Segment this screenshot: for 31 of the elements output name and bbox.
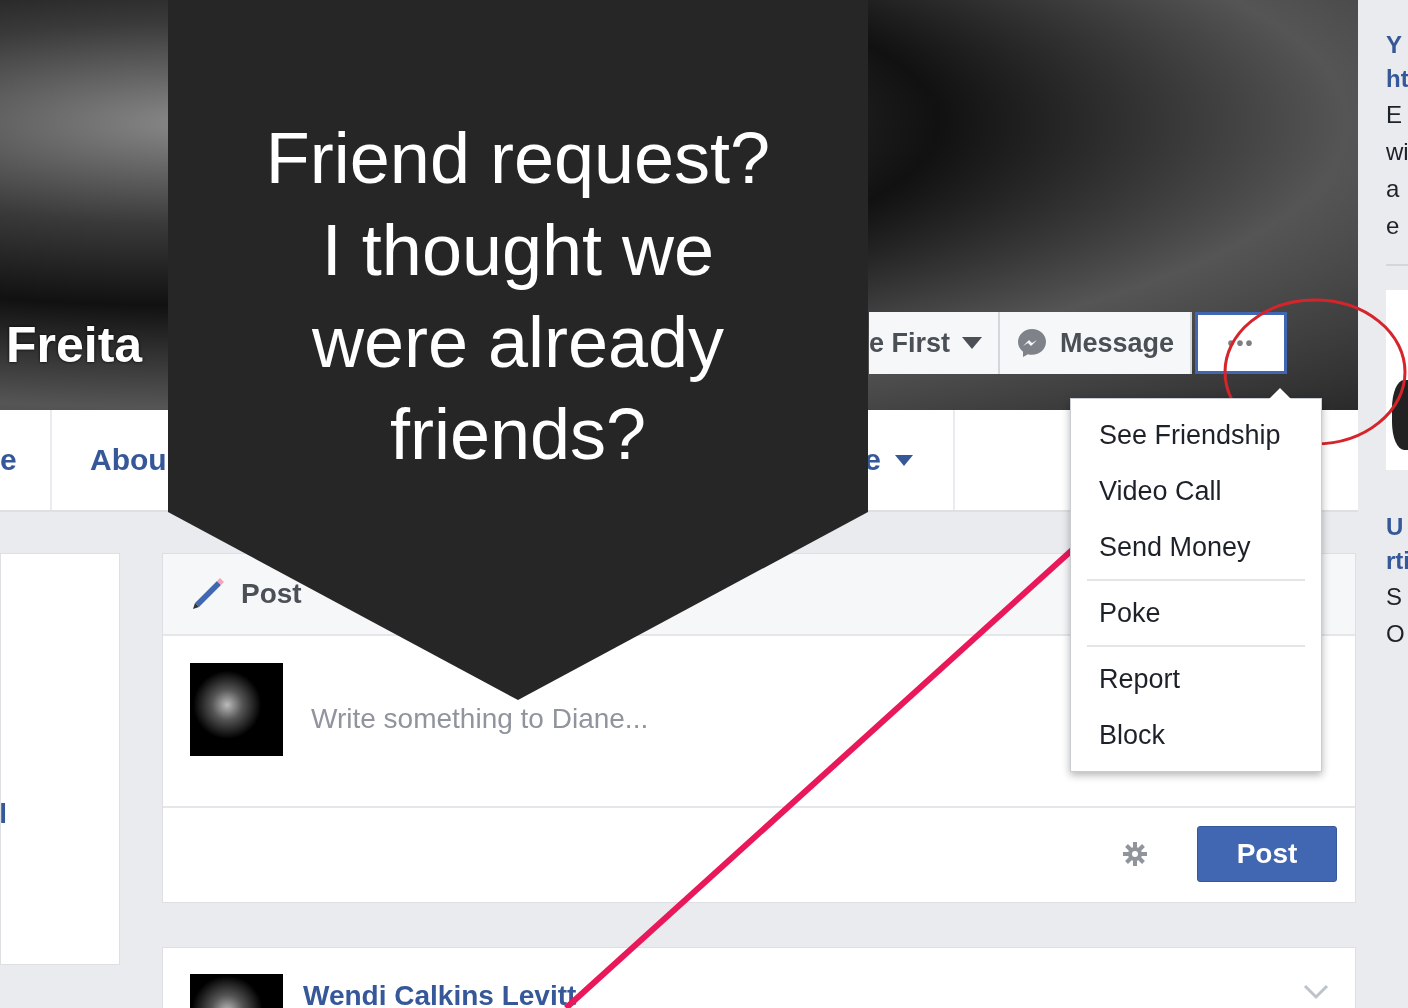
menu-item[interactable]: See Friendship <box>1071 407 1321 463</box>
body-text: E <box>1386 100 1403 130</box>
message-button[interactable]: Message <box>1000 312 1193 374</box>
body-text: O <box>1386 619 1406 649</box>
follow-dropdown-button[interactable]: e First <box>869 312 1001 374</box>
menu-item[interactable]: Send Money <box>1071 519 1321 575</box>
post-tab[interactable]: Post <box>189 575 302 613</box>
author-link[interactable]: Wendi Calkins Levitt <box>303 980 577 1008</box>
link-text[interactable]: Y <box>1386 28 1408 62</box>
messenger-icon <box>1016 327 1049 359</box>
caret-icon <box>962 337 983 349</box>
link-text[interactable]: rti <box>1386 544 1408 578</box>
body-text: a <box>1386 174 1401 204</box>
profile-name: Freita <box>6 316 143 374</box>
callout-text: Friend request? I thought we were already friends? <box>265 117 771 476</box>
menu-item[interactable]: Video Call <box>1071 463 1321 519</box>
body-text: S <box>1386 582 1403 612</box>
chevron-down-icon[interactable] <box>1303 984 1329 1000</box>
post-input-field[interactable]: Write something to Diane... <box>311 703 1011 735</box>
post-button[interactable]: Post <box>1197 826 1337 882</box>
link-text[interactable]: ht <box>1386 62 1408 96</box>
link-text[interactable]: l <box>0 798 7 830</box>
menu-item[interactable]: Block <box>1071 707 1321 763</box>
menu-item[interactable]: Poke <box>1071 585 1321 641</box>
menu-item[interactable]: Report <box>1071 651 1321 707</box>
body-text: e <box>1386 211 1401 241</box>
link-text[interactable]: U <box>1386 510 1408 544</box>
body-text: wi <box>1386 137 1408 167</box>
settings-icon[interactable] <box>1123 842 1147 866</box>
profile-tab[interactable]: e <box>0 410 52 510</box>
profile-tab[interactable]: Abou <box>52 410 167 510</box>
